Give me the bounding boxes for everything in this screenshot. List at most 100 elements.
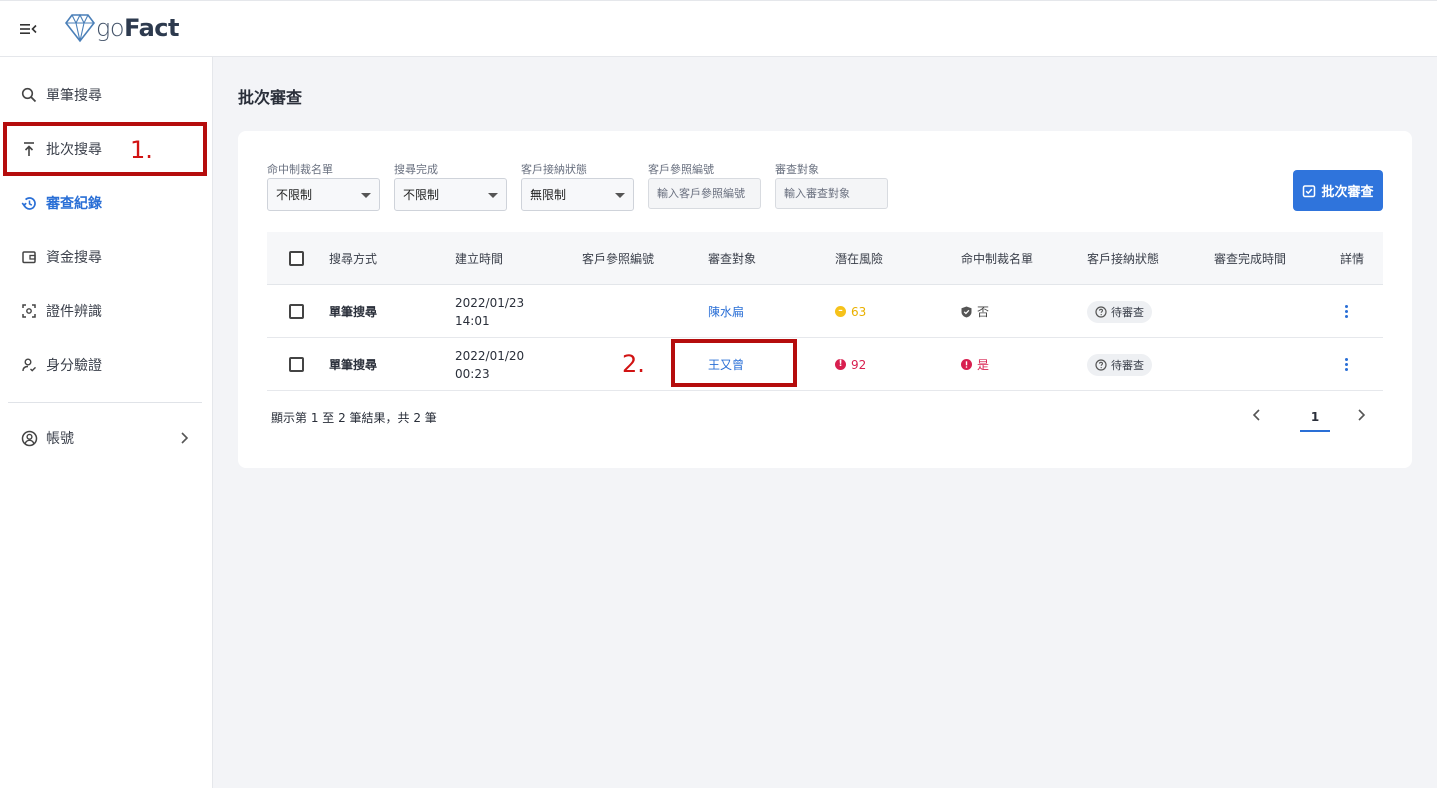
- row-risk: ! 92: [835, 338, 866, 391]
- filter-search-complete: 搜尋完成 不限制: [394, 161, 507, 211]
- filter-label: 命中制裁名單: [267, 163, 333, 176]
- annotation-number-1: 1.: [130, 136, 153, 164]
- row-method: 單筆搜尋: [329, 305, 378, 319]
- row-checkbox[interactable]: [289, 304, 304, 319]
- user-check-icon: [20, 356, 38, 374]
- review-card: 命中制裁名單 不限制 搜尋完成 不限制 客戶接納狀態 無限制 客戶參照編號 審查…: [238, 131, 1412, 468]
- header-completed[interactable]: 審查完成時間: [1214, 232, 1286, 285]
- caret-down-icon: [615, 193, 625, 198]
- alert-circle-icon: [961, 359, 972, 370]
- row-created: 2022/01/23 14:01: [455, 285, 524, 338]
- caret-down-icon: [488, 193, 498, 198]
- risk-score: 63: [851, 304, 867, 319]
- sidebar-item-label: 證件辨識: [46, 304, 102, 320]
- question-circle-icon: [1095, 358, 1107, 371]
- filter-sanction-list: 命中制裁名單 不限制: [267, 161, 380, 211]
- table-header: 搜尋方式 建立時間 客戶參照編號 審查對象 潛在風險 命中制裁名單 客戶接納狀態…: [267, 232, 1383, 285]
- more-vert-icon[interactable]: [1345, 305, 1348, 318]
- row-created-date: 2022/01/20: [455, 348, 525, 363]
- wallet-icon: [20, 248, 38, 266]
- filter-subject: 審查對象: [775, 161, 888, 209]
- row-subject-link[interactable]: 陳水扁: [708, 285, 744, 338]
- app-logo[interactable]: goFact: [64, 13, 179, 43]
- sidebar-item-label: 資金搜尋: [46, 250, 102, 266]
- select-all-checkbox[interactable]: [289, 251, 304, 266]
- header-status[interactable]: 客戶接納狀態: [1087, 232, 1159, 285]
- sidebar-item-label: 身分驗證: [46, 358, 102, 374]
- filter-label: 搜尋完成: [394, 163, 438, 176]
- sidebar-item-batch-search[interactable]: 批次搜尋: [8, 127, 205, 171]
- upload-icon: [20, 140, 38, 158]
- sidebar-item-account[interactable]: 帳號: [8, 416, 205, 460]
- sidebar-item-label: 審查紀錄: [46, 196, 102, 212]
- header-client-ref[interactable]: 客戶參照編號: [582, 232, 654, 285]
- menu-collapse-icon[interactable]: [18, 21, 38, 37]
- chevron-right-icon: [179, 430, 189, 449]
- row-risk: –63: [835, 285, 866, 338]
- question-circle-icon: [1095, 305, 1107, 318]
- header-detail: 詳情: [1340, 252, 1365, 266]
- logo-text: goFact: [96, 14, 179, 42]
- subject-input[interactable]: [775, 178, 888, 209]
- review-table: 搜尋方式 建立時間 客戶參照編號 審查對象 潛在風險 命中制裁名單 客戶接納狀態…: [267, 232, 1383, 391]
- row-created-time: 14:01: [455, 313, 490, 328]
- sidebar: 單筆搜尋 批次搜尋 審查紀錄 資金搜尋 證件辨識 身分驗證 帳號: [0, 57, 213, 788]
- filter-client-status: 客戶接納狀態 無限制: [521, 161, 634, 211]
- row-subject-link[interactable]: 王又曾: [708, 338, 744, 391]
- history-icon: [20, 194, 38, 212]
- row-status: 待審查: [1087, 338, 1152, 391]
- sidebar-item-fund-search[interactable]: 資金搜尋: [8, 235, 205, 279]
- header-subject[interactable]: 審查對象: [708, 232, 756, 285]
- pagination-page-current[interactable]: 1: [1300, 403, 1330, 432]
- account-icon: [20, 429, 38, 447]
- check-square-icon: [1303, 184, 1316, 197]
- top-bar: goFact: [0, 0, 1437, 57]
- batch-review-label: 批次審查: [1321, 185, 1374, 200]
- minus-circle-icon: –: [835, 306, 846, 317]
- chevron-right-icon[interactable]: [1355, 407, 1367, 427]
- pagination-summary: 顯示第 1 至 2 筆結果，共 2 筆: [271, 411, 437, 425]
- sanction-list-select[interactable]: 不限制: [267, 178, 380, 211]
- filter-client-ref: 客戶參照編號: [648, 161, 761, 209]
- risk-score: 92: [851, 357, 867, 372]
- status-badge: 待審查: [1087, 300, 1152, 323]
- sidebar-item-review-history[interactable]: 審查紀錄: [8, 181, 205, 225]
- row-sanction: 是: [961, 338, 989, 391]
- client-status-select[interactable]: 無限制: [521, 178, 634, 211]
- more-vert-icon[interactable]: [1345, 358, 1348, 371]
- annotation-number-2: 2.: [622, 350, 645, 378]
- sidebar-item-id-recognition[interactable]: 證件辨識: [8, 289, 205, 333]
- select-value: 無限制: [530, 188, 567, 202]
- sidebar-item-identity-verify[interactable]: 身分驗證: [8, 343, 205, 387]
- search-icon: [20, 86, 38, 104]
- header-created[interactable]: 建立時間: [455, 232, 503, 285]
- row-status: 待審查: [1087, 285, 1152, 338]
- sidebar-item-label: 批次搜尋: [46, 142, 102, 158]
- caret-down-icon: [361, 193, 371, 198]
- select-value: 不限制: [403, 188, 440, 202]
- row-created: 2022/01/20 00:23: [455, 338, 524, 391]
- header-risk[interactable]: 潛在風險: [835, 232, 883, 285]
- row-created-time: 00:23: [455, 366, 490, 381]
- header-sanction[interactable]: 命中制裁名單: [961, 232, 1033, 285]
- filter-label: 審查對象: [775, 163, 819, 176]
- diamond-logo-icon: [64, 13, 96, 43]
- batch-review-button[interactable]: 批次審查: [1293, 170, 1383, 211]
- select-value: 不限制: [276, 188, 313, 202]
- search-complete-select[interactable]: 不限制: [394, 178, 507, 211]
- sanction-value: 是: [977, 358, 990, 372]
- page-title: 批次審查: [238, 88, 303, 107]
- table-row: 單筆搜尋 2022/01/20 00:23 王又曾 ! 92 是 待審查: [267, 338, 1383, 391]
- row-checkbox[interactable]: [289, 357, 304, 372]
- client-ref-input[interactable]: [648, 178, 761, 209]
- filter-label: 客戶接納狀態: [521, 163, 587, 176]
- header-method[interactable]: 搜尋方式: [329, 232, 377, 285]
- sidebar-divider: [8, 402, 202, 403]
- sidebar-item-label: 單筆搜尋: [46, 88, 102, 104]
- status-badge: 待審查: [1087, 353, 1152, 376]
- chevron-left-icon[interactable]: [1251, 407, 1263, 427]
- sidebar-item-single-search[interactable]: 單筆搜尋: [8, 73, 205, 117]
- table-row: 單筆搜尋 2022/01/23 14:01 陳水扁 –63 否 待審查: [267, 285, 1383, 338]
- shield-check-icon: [961, 306, 972, 318]
- filter-label: 客戶參照編號: [648, 163, 714, 176]
